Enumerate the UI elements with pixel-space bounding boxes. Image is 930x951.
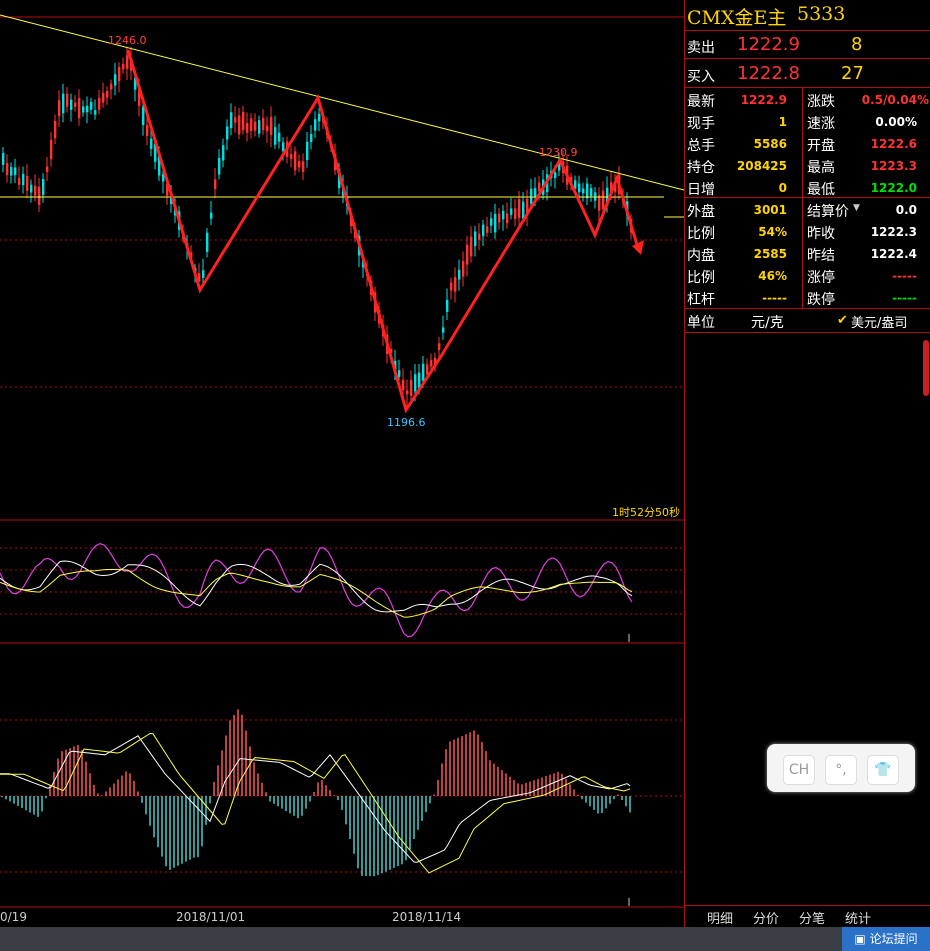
value-settle: 0.0: [895, 203, 917, 217]
value-daily-inc: 0: [778, 181, 787, 195]
value-open: 1222.6: [870, 137, 917, 151]
label-inner: 内盘: [687, 248, 715, 264]
countdown-label: 1时52分50秒: [612, 505, 680, 519]
label-outer: 外盘: [687, 204, 715, 220]
label-position: 持仓: [687, 160, 715, 176]
scrollbar-thumb[interactable]: [923, 340, 929, 396]
tab-stats[interactable]: 统计: [845, 908, 871, 927]
check-icon[interactable]: ✔: [837, 313, 848, 328]
value-ratio-out: 54%: [758, 225, 787, 239]
value-limit-down: -----: [892, 291, 917, 305]
row-daily-inc: 日增 0 最低 1222.0: [685, 176, 930, 198]
value-current-hand: 1: [778, 115, 787, 129]
kline-chart[interactable]: 1246.0 1230.9 1196.6 1时52分50秒 0/19 2018/…: [0, 0, 684, 927]
label-prev-settle: 昨结: [807, 248, 835, 264]
value-leverage: -----: [762, 291, 787, 305]
label-total: 总手: [687, 138, 715, 154]
unit-value: 元/克: [751, 315, 784, 331]
contract-code: 5333: [797, 3, 846, 25]
unit-label: 单位: [687, 315, 715, 331]
xaxis-label-1: 0/19: [0, 910, 27, 924]
label-current-hand: 现手: [687, 116, 715, 132]
xaxis-label-3: 2018/11/14: [392, 910, 461, 924]
sell-label: 卖出: [687, 40, 715, 56]
unit-alt[interactable]: 美元/盎司: [851, 312, 907, 331]
value-inner: 2585: [753, 247, 787, 261]
label-prev-close: 昨收: [807, 226, 835, 242]
buy-qty: 27: [841, 63, 864, 84]
macd-indicator: [0, 709, 631, 906]
value-low: 1222.0: [870, 181, 917, 195]
forum-button[interactable]: ▣ 论坛提问: [842, 927, 930, 951]
tab-price[interactable]: 分价: [753, 908, 779, 927]
label-low: 最低: [807, 182, 835, 198]
value-limit-up: -----: [892, 269, 917, 283]
label-high: 1246.0: [108, 34, 147, 47]
settle-dropdown-icon[interactable]: ▼: [853, 203, 860, 213]
value-latest: 1222.9: [740, 93, 787, 107]
punctuation-button[interactable]: °,: [825, 755, 857, 785]
label-settle[interactable]: 结算价: [807, 201, 849, 221]
label-limit-down: 跌停: [807, 292, 835, 308]
row-leverage: 杠杆 ----- 跌停 -----: [685, 286, 930, 308]
tab-detail[interactable]: 明细: [707, 908, 733, 927]
label-leverage: 杠杆: [687, 292, 715, 308]
value-ratio-in: 46%: [758, 269, 787, 283]
row-outer: 外盘 3001 结算价 ▼ 0.0: [685, 198, 930, 220]
value-position: 208425: [736, 159, 787, 173]
forum-label: 论坛提问: [869, 932, 918, 946]
sell-price: 1222.9: [737, 34, 800, 55]
row-position: 持仓 208425 最高 1223.3: [685, 154, 930, 176]
row-current: 现手 1 速涨 0.00%: [685, 110, 930, 132]
row-total: 总手 5586 开盘 1222.6: [685, 132, 930, 154]
label-daily-inc: 日增: [687, 182, 715, 198]
label-mid-high: 1230.9: [539, 146, 578, 159]
label-open: 开盘: [807, 138, 835, 154]
value-high: 1223.3: [870, 159, 917, 173]
label-change: 涨跌: [807, 94, 835, 110]
status-bar: ▣ 论坛提问: [0, 927, 930, 951]
contract-name: CMX金E主: [687, 7, 787, 29]
row-inner: 内盘 2585 昨结 1222.4: [685, 242, 930, 264]
row-ratio-1: 比例 54% 昨收 1222.3: [685, 220, 930, 242]
title-bar: CMX金E主 5333: [685, 0, 930, 31]
label-ratio-out: 比例: [687, 226, 715, 242]
kdj-indicator: [0, 542, 633, 642]
value-outer: 3001: [753, 203, 787, 217]
value-prev-close: 1222.3: [870, 225, 917, 239]
ch-button[interactable]: CH: [783, 755, 815, 785]
buy-label: 买入: [687, 69, 715, 85]
chat-icon: ▣: [854, 932, 870, 946]
label-low: 1196.6: [387, 416, 426, 429]
zigzag-arrows: [126, 49, 644, 414]
value-prev-settle: 1222.4: [870, 247, 917, 261]
label-high: 最高: [807, 160, 835, 176]
value-speed: 0.00%: [875, 115, 917, 129]
value-change: 0.5/0.04%: [861, 93, 929, 107]
label-limit-up: 涨停: [807, 270, 835, 286]
sell-qty: 8: [851, 34, 863, 55]
bottom-tabs: 明细 分价 分笔 统计: [685, 905, 930, 928]
row-latest: 最新 1222.9 涨跌 0.5/0.04%: [685, 88, 930, 110]
tab-tick[interactable]: 分笔: [799, 908, 825, 927]
floating-toolbar: CH °, 👕: [767, 744, 915, 792]
value-total: 5586: [753, 137, 787, 151]
label-ratio-in: 比例: [687, 270, 715, 286]
shirt-icon[interactable]: 👕: [867, 755, 899, 785]
row-ratio-2: 比例 46% 涨停 -----: [685, 264, 930, 286]
label-latest: 最新: [687, 94, 715, 110]
buy-price: 1222.8: [737, 63, 800, 84]
xaxis-label-2: 2018/11/01: [176, 910, 245, 924]
label-speed: 速涨: [807, 116, 835, 132]
quote-panel: CMX金E主 5333 卖出 1222.9 8 买入 1222.8 27 最新 …: [684, 0, 930, 927]
